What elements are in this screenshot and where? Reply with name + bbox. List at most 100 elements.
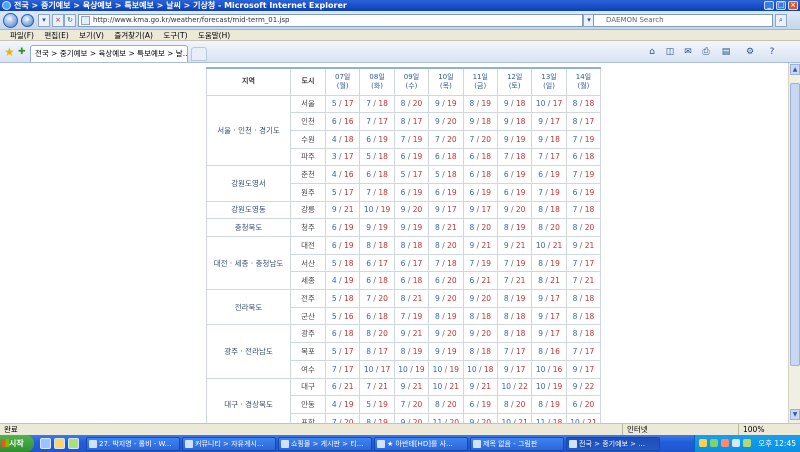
history-dropdown-icon[interactable]: ▾	[38, 14, 50, 27]
scroll-down-icon[interactable]: ▼	[790, 409, 800, 420]
menu-edit[interactable]: 편집(E)	[40, 30, 72, 41]
temperature-cell: 7 / 19	[565, 165, 602, 184]
temperature-cell: 7 / 18	[428, 253, 464, 273]
max-temp: 18	[378, 99, 388, 109]
minimize-icon[interactable]: _	[764, 1, 774, 10]
max-temp: 18	[584, 205, 595, 215]
quicklaunch-ie-icon[interactable]	[40, 438, 51, 449]
header-day: 11일 (금)	[462, 67, 498, 96]
tray-icon[interactable]	[710, 439, 718, 447]
max-temp: 17	[343, 346, 354, 356]
max-temp: 20	[515, 400, 526, 410]
temperature-cell: 8 / 18	[565, 94, 602, 114]
search-icon[interactable]: ⌕	[775, 14, 787, 27]
city-cell: 청주	[290, 218, 326, 237]
temperature-cell: 8 / 18	[462, 306, 498, 326]
max-temp: 21	[584, 240, 595, 250]
city-cell: 세종	[290, 271, 326, 291]
page-menu-icon[interactable]: ▤	[720, 46, 732, 58]
home-icon[interactable]: ⌂	[646, 46, 658, 58]
back-button[interactable]: ‹	[3, 13, 18, 28]
start-label: 시작	[9, 439, 24, 448]
city-cell: 군산	[290, 306, 326, 326]
max-temp: 20	[481, 293, 492, 303]
max-temp: 17	[412, 258, 423, 268]
add-favorites-icon[interactable]: ✚	[18, 46, 26, 58]
tray-icon[interactable]	[699, 439, 707, 447]
refresh-icon[interactable]: ↻	[64, 14, 76, 27]
max-temp: 17	[550, 329, 560, 339]
menu-file[interactable]: 파일(F)	[6, 30, 38, 41]
menu-view[interactable]: 보기(V)	[75, 30, 108, 41]
temperature-cell: 6 / 18	[359, 165, 395, 184]
temperature-cell: 5 / 18	[359, 147, 395, 167]
max-temp: 18	[515, 152, 526, 162]
temperature-cell: 6 / 19	[393, 147, 430, 167]
max-temp: 17	[481, 205, 492, 215]
maximize-icon[interactable]: □	[776, 1, 786, 10]
menu-help[interactable]: 도움말(H)	[194, 30, 234, 41]
temperature-cell: 8 / 18	[531, 200, 567, 220]
task-item[interactable]: 커뮤니티 > 자유게시...	[182, 437, 276, 451]
task-item[interactable]: 제목 없음 - 그림판	[470, 437, 564, 451]
temperature-cell: 8 / 18	[565, 324, 602, 344]
max-temp: 19	[378, 134, 388, 144]
help-icon[interactable]: ?	[766, 46, 778, 58]
task-item[interactable]: 쇼핑몰 > 게시판 > 티...	[278, 437, 372, 451]
task-item[interactable]: ★ 아반테[HD]를 사...	[374, 437, 468, 451]
max-temp: 17	[378, 258, 388, 268]
max-temp: 17	[552, 99, 563, 109]
max-temp: 18	[515, 117, 526, 127]
url-input[interactable]: http://www.kma.go.kr/weather/forecast/mi…	[78, 14, 583, 27]
max-temp: 19	[481, 99, 492, 109]
window-title: 전국 > 중기예보 > 육상예보 > 특보예보 > 날씨 > 기상청 - Mic…	[14, 1, 347, 10]
forward-button[interactable]: ›	[21, 14, 34, 27]
task-label: 커뮤니티 > 자유게시...	[195, 440, 264, 448]
vertical-scrollbar[interactable]: ▲ ▼	[788, 63, 800, 423]
zoom-level[interactable]: 100%	[738, 424, 788, 435]
tray-icon[interactable]	[743, 439, 751, 447]
stop-icon[interactable]: ×	[52, 14, 64, 27]
task-app-icon	[569, 440, 577, 448]
menu-tools[interactable]: 도구(T)	[159, 30, 191, 41]
table-row: 대구 · 경상북도 대구 6 / 21 7 / 21 9 / 21 10 / 21 9 / …	[206, 377, 602, 423]
max-temp: 18	[584, 293, 595, 303]
max-temp: 20	[412, 400, 423, 410]
max-temp: 17	[412, 170, 423, 180]
temperature-cell: 10 / 21	[428, 377, 464, 397]
max-temp: 20	[447, 240, 457, 250]
tab-current[interactable]: 전국 > 중기예보 > 육상예보 > 특보예보 > 날...	[30, 45, 188, 62]
max-temp: 21	[552, 240, 563, 250]
feeds-icon[interactable]: ◫	[664, 46, 676, 58]
print-icon[interactable]: ⎙	[700, 46, 712, 58]
max-temp: 21	[515, 276, 526, 286]
start-button[interactable]: 시작	[0, 435, 34, 452]
temperature-cell: 9 / 17	[531, 306, 567, 326]
mail-icon[interactable]: ✉	[682, 46, 694, 58]
task-item[interactable]: 27. 박지영 - 롤비 - W...	[86, 437, 180, 451]
scroll-thumb[interactable]	[790, 83, 800, 366]
address-bar: ‹ › ▾ × ↻ http://www.kma.go.kr/weather/f…	[0, 11, 800, 30]
menu-favorites[interactable]: 즐겨찾기(A)	[110, 30, 157, 41]
temperature-cell: 8 / 21	[393, 289, 430, 308]
temperature-cell: 8 / 19	[462, 94, 498, 114]
new-tab-button[interactable]	[191, 47, 207, 61]
tray-icon[interactable]	[732, 439, 740, 447]
quicklaunch-media-icon[interactable]	[68, 438, 79, 449]
region-cell: 서울 · 인천 · 경기도	[206, 94, 291, 167]
close-icon[interactable]: ×	[788, 1, 798, 10]
search-input[interactable]: DAEMON Search	[593, 14, 773, 27]
temperature-cell: 9 / 18	[496, 94, 533, 114]
tools-menu-icon[interactable]: ⚙	[744, 46, 756, 58]
city-cell: 대전	[290, 236, 326, 255]
quicklaunch-folder-icon[interactable]	[54, 438, 65, 449]
city-cell: 서산	[290, 253, 326, 273]
temperature-cell: 9 / 17	[531, 289, 567, 308]
scroll-up-icon[interactable]: ▲	[790, 64, 800, 75]
favorites-star-icon[interactable]: ★	[4, 45, 15, 59]
temperature-cell: 5 / 18	[428, 165, 464, 184]
tray-icon[interactable]	[721, 439, 729, 447]
task-item-active[interactable]: 전국 > 중기예보 > ...	[566, 437, 660, 451]
region-cell: 전라북도	[206, 289, 291, 326]
max-temp: 18	[584, 99, 595, 109]
